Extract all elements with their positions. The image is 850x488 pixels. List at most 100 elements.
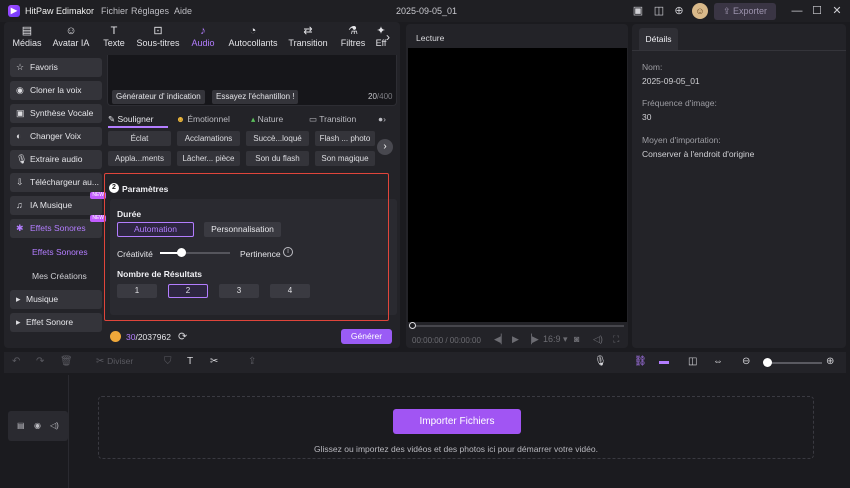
sidebar-item-changer-voix[interactable]: ◐ Changer Voix [10, 127, 102, 146]
volume-icon[interactable]: ◁) [593, 334, 603, 345]
sidebar-item-effets-sonores[interactable]: ✱ Effets Sonores NEW [10, 215, 106, 238]
prompt-textarea[interactable]: Générateur d' indication Essayez l'échan… [107, 55, 397, 106]
refresh-icon[interactable]: ⟳ [178, 330, 187, 343]
next-page-button[interactable]: › [377, 139, 393, 155]
sfx-chip[interactable]: Son du flash [246, 151, 309, 166]
playback-progress[interactable] [412, 325, 624, 327]
feedback-icon[interactable]: ◫ [652, 4, 666, 18]
sidebar-item-effet-sonore[interactable]: ▸ Effet Sonore [10, 313, 102, 332]
sidebar-item-favoris[interactable]: ☆ Favoris [10, 58, 102, 77]
generate-button[interactable]: Générer [341, 329, 392, 344]
result-option-3[interactable]: 3 [219, 284, 259, 298]
snapshot-icon[interactable]: ◙ [574, 334, 579, 344]
tab-filtres[interactable]: ⚗ Filtres [338, 25, 368, 48]
style-tab-emotionnel[interactable]: ☻ Émotionnel [176, 114, 230, 124]
play-icon[interactable]: ▶ [512, 334, 519, 345]
zoom-out-icon[interactable]: ⊖ [742, 356, 750, 367]
export-button[interactable]: ⇪ Exporter [714, 3, 776, 20]
result-option-4[interactable]: 4 [270, 284, 310, 298]
link-icon[interactable]: ⛓ [634, 356, 647, 367]
delete-icon[interactable]: 🗑 [60, 356, 73, 367]
sidebar-item-musique[interactable]: ▸ Musique [10, 290, 102, 309]
video-canvas[interactable] [408, 48, 627, 322]
tab-texte[interactable]: T Texte [98, 25, 130, 48]
aspect-ratio-select[interactable]: 16:9 ▾ [543, 334, 568, 345]
export-clip-icon[interactable]: ⇪ [248, 356, 256, 367]
export-label: Exporter [733, 6, 768, 16]
sound-effects-icon: ✱ [16, 223, 24, 233]
mic-icon: 🎙 [16, 154, 28, 164]
sidebar-item-ia-musique[interactable]: ♫ IA Musique NEW [10, 192, 106, 215]
text-tool-icon[interactable]: T [187, 356, 193, 367]
tab-label: Autocollants [228, 38, 278, 48]
track-video-icon[interactable]: ▤ [17, 421, 25, 430]
creativity-slider-knob[interactable] [177, 248, 186, 257]
sidebar-item-extraire-audio[interactable]: 🎙 Extraire audio [10, 150, 102, 169]
sfx-chip[interactable]: Flash ... photo [315, 131, 375, 146]
sidebar-item-telechargeur[interactable]: ⇩ Téléchargeur au... [10, 173, 102, 192]
track-audio-icon[interactable]: ◁) [50, 421, 59, 430]
audio-icon: ♪ [200, 25, 206, 37]
user-avatar-icon[interactable]: ☺ [692, 3, 708, 19]
caret-right-icon: ▸ [16, 294, 21, 304]
tab-label: Sous-titres [136, 38, 180, 48]
subitem-mes-creations[interactable]: Mes Créations [32, 271, 87, 281]
playhead-knob[interactable] [409, 322, 416, 329]
layout-icon[interactable]: ▣ [631, 4, 645, 18]
menu-fichier[interactable]: Fichier [101, 6, 128, 16]
tab-sous-titres[interactable]: ⊡ Sous-titres [134, 25, 182, 48]
sfx-chip[interactable]: Appla...ments [108, 151, 171, 166]
detail-import-value: Conserver à l'endroit d'origine [642, 149, 755, 159]
tabs-scroll-right-icon[interactable]: › [386, 30, 390, 44]
download-icon[interactable]: ⊕ [672, 4, 686, 18]
close-icon[interactable]: ✕ [830, 4, 844, 18]
magnet-icon[interactable]: ▬ [659, 356, 669, 367]
fullscreen-icon[interactable]: ⛶ [613, 334, 619, 345]
customization-button[interactable]: Personnalisation [204, 222, 281, 237]
maximize-icon[interactable]: ☐ [810, 4, 824, 18]
zoom-slider-knob[interactable] [762, 358, 772, 367]
sfx-chip[interactable]: Lâcher... pièce [177, 151, 240, 166]
redo-icon[interactable]: ↷ [36, 356, 44, 367]
result-option-2[interactable]: 2 [168, 284, 208, 298]
import-files-button[interactable]: Importer Fichiers [393, 409, 521, 434]
prev-frame-icon[interactable]: ◀▏ [494, 334, 508, 345]
undo-icon[interactable]: ↶ [12, 356, 20, 367]
result-option-1[interactable]: 1 [117, 284, 157, 298]
try-sample-chip[interactable]: Essayez l'échantillon ! [212, 90, 299, 104]
tab-medias[interactable]: ▤ Médias [8, 25, 46, 48]
style-tab-souligner[interactable]: ✎ Souligner [108, 114, 153, 125]
cut-tool-icon[interactable]: ✂ [210, 356, 218, 367]
track-visibility-icon[interactable]: ◉ [34, 421, 41, 430]
tab-avatar-ia[interactable]: ☺ Avatar IA [50, 25, 92, 48]
tab-autocollants[interactable]: ◔ Autocollants [224, 25, 282, 48]
style-tab-nature[interactable]: ▴ Nature [251, 114, 283, 125]
zoom-slider-track[interactable] [764, 362, 822, 364]
tab-audio[interactable]: ♪ Audio [188, 25, 218, 48]
sfx-chip[interactable]: Son magique [315, 151, 375, 166]
preview-track-icon[interactable]: ◫ [688, 356, 697, 367]
split-button[interactable]: ✂ Diviser [96, 356, 133, 367]
style-tab-transition[interactable]: ▭ Transition [309, 114, 356, 125]
info-icon[interactable]: i [283, 247, 293, 257]
sfx-chip[interactable]: Succè...loqué [246, 131, 309, 146]
tab-transition[interactable]: ⇄ Transition [286, 25, 330, 48]
menu-aide[interactable]: Aide [174, 6, 192, 16]
sidebar-item-synthese-vocale[interactable]: ▣ Synthèse Vocale [10, 104, 102, 123]
subitem-effets-sonores[interactable]: Effets Sonores [32, 247, 88, 257]
automation-button[interactable]: Automation [117, 222, 194, 237]
minimize-icon[interactable]: — [790, 4, 804, 18]
sfx-chip[interactable]: Éclat [108, 131, 171, 146]
zoom-in-icon[interactable]: ⊕ [826, 356, 834, 367]
prompt-generator-chip[interactable]: Générateur d' indication [112, 90, 205, 104]
shield-icon[interactable]: ⛉ [164, 356, 172, 367]
fit-timeline-icon[interactable]: ⇔ [713, 356, 723, 367]
duration-label: Durée [117, 209, 142, 219]
next-frame-icon[interactable]: ▕▶ [525, 334, 539, 345]
sidebar-item-cloner-voix[interactable]: ◉ Cloner la voix [10, 81, 102, 100]
microphone-icon[interactable]: 🎙 [594, 356, 607, 367]
menu-reglages[interactable]: Réglages [131, 6, 169, 16]
style-tab-more-icon[interactable]: ●› [378, 114, 386, 124]
sfx-chip[interactable]: Acclamations [177, 131, 240, 146]
tab-details[interactable]: Détails [639, 28, 678, 50]
